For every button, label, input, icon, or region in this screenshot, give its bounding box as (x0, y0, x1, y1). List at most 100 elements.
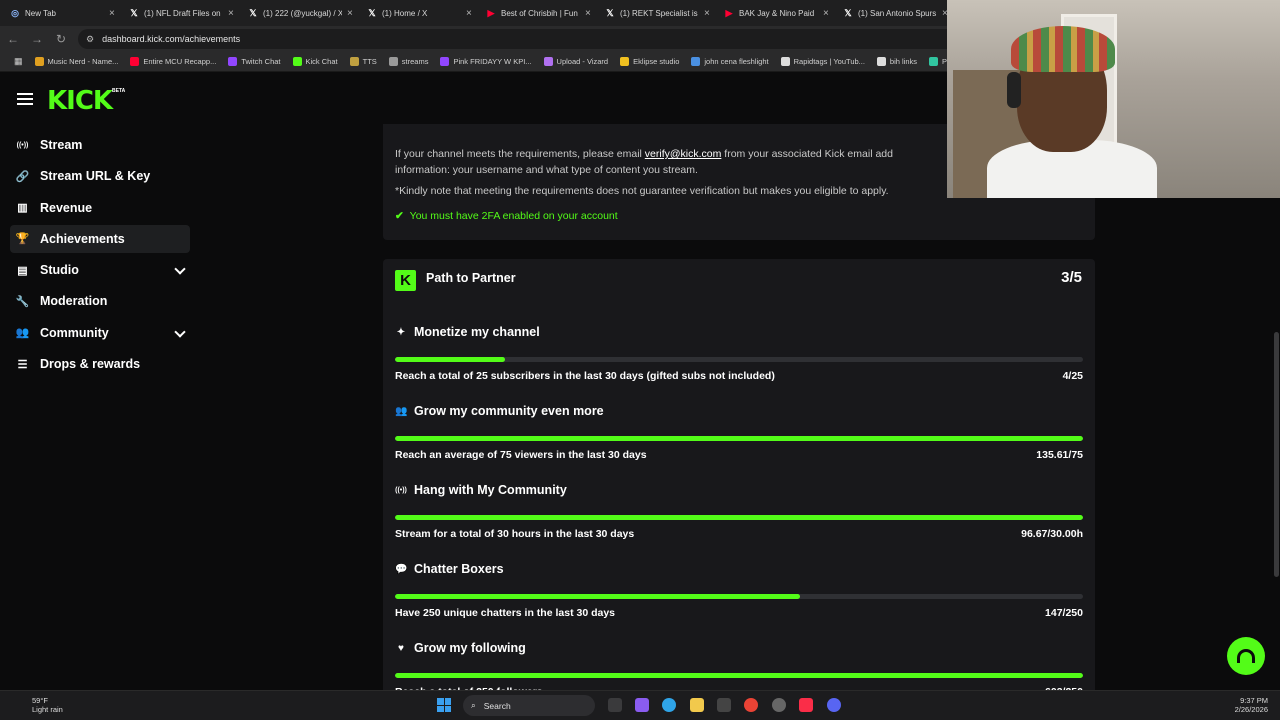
windows-start-icon[interactable] (437, 698, 451, 712)
support-headset-button[interactable] (1227, 637, 1265, 675)
bookmark-label: TTS (362, 57, 377, 66)
discord-icon[interactable] (827, 698, 841, 712)
achievement-title: Grow my following (414, 641, 526, 655)
bookmark-label: Music Nerd - Name... (47, 57, 119, 66)
sidebar-item-stream-url-key[interactable]: 🔗 Stream URL & Key (10, 162, 190, 190)
bookmark-item[interactable]: Pink FRIDAYY W KPI... (434, 57, 537, 66)
bookmark-item[interactable]: Entire MCU Recapp... (124, 57, 222, 66)
bookmark-item[interactable]: TTS (344, 57, 383, 66)
x-icon: 𝕏 (249, 7, 257, 18)
beta-badge: BETA (112, 88, 126, 94)
link-icon: 🔗 (15, 170, 30, 183)
sidebar-item-community[interactable]: 👥 Community (10, 319, 190, 347)
achievement-item: 👥 Grow my community even more Reach an av… (395, 403, 1083, 461)
bookmark-item[interactable]: streams (383, 57, 435, 66)
verify-email-link[interactable]: verify@kick.com (645, 148, 722, 160)
bookmark-item[interactable]: Upload - Vizard (538, 57, 615, 66)
bookmark-item[interactable]: Music Nerd - Name... (29, 57, 125, 66)
bookmark-favicon-icon (292, 57, 302, 66)
taskbar-search-label: Search (483, 700, 511, 711)
task-view-icon[interactable] (608, 698, 622, 712)
headset-icon (1237, 649, 1255, 663)
forward-arrow-icon[interactable]: → (30, 32, 44, 46)
bookmark-label: Upload - Vizard (556, 57, 609, 66)
browser-tab[interactable]: ◎ New Tab × (4, 2, 123, 24)
progress-bar (395, 515, 1083, 520)
sidebar-item-achievements[interactable]: 🏆 Achievements (10, 224, 190, 253)
browser-tab[interactable]: 𝕏 (1) REKT Specialist is u × (599, 2, 718, 24)
windows-taskbar: 59°F Light rain ⌕ Search 9:37 PM 2/26/20… (0, 690, 1280, 720)
achievement-description: Have 250 unique chatters in the last 30 … (395, 607, 616, 619)
bookmark-label: Twitch Chat (241, 57, 281, 66)
path-to-partner-card: K Path to Partner 3/5 ✦ Monetize my chann… (383, 259, 1095, 699)
page-scrollbar[interactable] (1274, 332, 1279, 577)
studio-icon: ▤ (17, 264, 28, 277)
browser-tab[interactable]: 𝕏 (1) San Antonio Spurs × (837, 2, 956, 24)
kick-logo[interactable]: KICK (47, 86, 113, 116)
system-clock[interactable]: 9:37 PM 2/26/2026 (1235, 696, 1268, 714)
close-icon[interactable]: × (585, 8, 593, 19)
bookmark-favicon-icon (440, 57, 450, 66)
tab-title: Best of Chrisbih | Fun (501, 8, 578, 18)
weather-widget[interactable]: 59°F Light rain (12, 696, 63, 714)
bookmark-label: streams (401, 57, 429, 66)
weather-condition: Light rain (32, 705, 63, 714)
x-icon: 𝕏 (368, 7, 376, 18)
chevron-down-icon[interactable] (174, 326, 186, 338)
taskbar-search[interactable]: ⌕ Search (463, 695, 595, 716)
bookmark-item[interactable]: bih links (871, 57, 923, 66)
url-input[interactable]: ⚙ dashboard.kick.com/achievements (78, 29, 978, 49)
instructions-text-cont: from your associated Kick email add (721, 148, 893, 160)
close-icon[interactable]: × (109, 8, 117, 19)
achievement-description: Stream for a total of 30 hours in the la… (395, 528, 635, 540)
back-arrow-icon[interactable]: ← (6, 32, 20, 46)
bookmark-item[interactable]: john cena fleshlight (685, 57, 774, 66)
chevron-down-icon[interactable] (174, 263, 186, 275)
chrome-icon[interactable] (744, 698, 758, 712)
bookmark-item[interactable]: Kick Chat (287, 57, 344, 66)
bookmark-favicon-icon (349, 57, 359, 66)
instructions-text: If your channel meets the requirements, … (395, 148, 645, 160)
sidebar-item-moderation[interactable]: 🔧 Moderation (10, 287, 190, 315)
globe-icon: ◎ (11, 7, 19, 18)
browser-tab[interactable]: 𝕏 (1) 222 (@yuckgal) / X × (242, 2, 361, 24)
sidebar-item-label: Stream (40, 138, 83, 152)
reload-icon[interactable]: ↻ (54, 32, 68, 46)
sidebar-item-label: Revenue (40, 200, 93, 215)
sidebar-item-drops-rewards[interactable]: ☰ Drops & rewards (10, 350, 190, 378)
browser-tab[interactable]: ▶ Best of Chrisbih | Fun × (480, 2, 599, 24)
music-icon[interactable] (799, 698, 813, 712)
browser-tab[interactable]: 𝕏 (1) Home / X × (361, 2, 480, 24)
close-icon[interactable]: × (823, 8, 831, 19)
sidebar-item-stream[interactable]: ((•)) Stream (10, 131, 190, 159)
progress-bar (395, 594, 1083, 599)
browser-tab[interactable]: 𝕏 (1) NFL Draft Files on X × (123, 2, 242, 24)
bookmark-item[interactable]: Eklipse studio (614, 57, 685, 66)
obs-icon[interactable] (772, 698, 786, 712)
apps-grid-icon[interactable]: ▦ (8, 56, 29, 67)
achievement-description: Reach an average of 75 viewers in the la… (395, 449, 647, 461)
site-info-icon[interactable]: ⚙ (86, 34, 94, 45)
achievement-title: Monetize my channel (414, 325, 540, 339)
close-icon[interactable]: × (228, 8, 236, 19)
close-icon[interactable]: × (466, 8, 474, 19)
browser-tab[interactable]: ▶ BAK Jay & Nino Paid × (718, 2, 837, 24)
store-icon[interactable] (717, 698, 731, 712)
bookmark-item[interactable]: Twitch Chat (222, 57, 286, 66)
copilot-icon[interactable] (635, 698, 649, 712)
wrench-icon: 🔧 (15, 295, 30, 308)
bookmark-item[interactable]: Rapidtags | YouTub... (775, 57, 871, 66)
achievement-progress: 147/250 (1045, 607, 1083, 619)
achievement-description: Reach a total of 25 subscribers in the l… (395, 370, 775, 382)
kick-k-icon: K (395, 270, 416, 291)
hamburger-menu-icon[interactable] (17, 93, 33, 105)
close-icon[interactable]: × (347, 8, 355, 19)
edge-icon[interactable] (662, 698, 676, 712)
bookmark-favicon-icon (620, 57, 630, 66)
sidebar-item-studio[interactable]: ▤ Studio (10, 256, 190, 284)
sidebar-item-label: Achievements (40, 231, 125, 246)
file-explorer-icon[interactable] (690, 698, 704, 712)
progress-fill (395, 357, 506, 362)
sidebar-item-revenue[interactable]: ▥ Revenue (10, 194, 190, 222)
close-icon[interactable]: × (704, 8, 712, 19)
